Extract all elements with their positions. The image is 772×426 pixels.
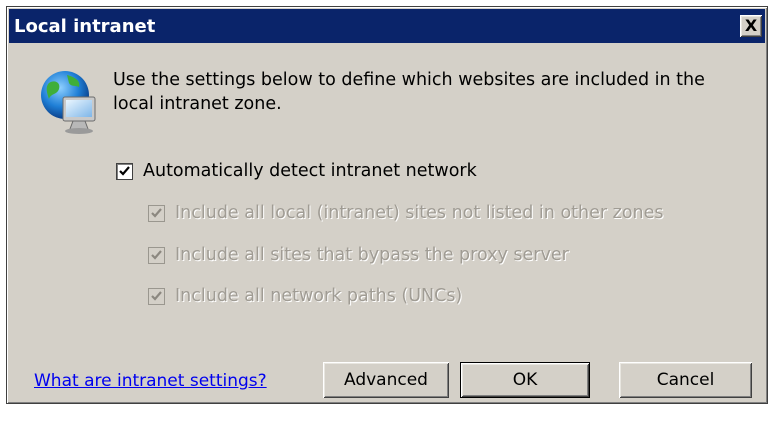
advanced-button[interactable]: Advanced [323,362,449,398]
ok-button[interactable]: OK [460,362,590,398]
intro-text: Use the settings below to define which w… [113,70,705,114]
checkmark-icon [151,290,162,301]
auto-detect-label: Automatically detect intranet network [143,161,477,181]
globe-monitor-icon [41,71,96,134]
cancel-button[interactable]: Cancel [619,362,752,398]
include-unc-label: Include all network paths (UNCs) [175,286,463,306]
include-bypass-label: Include all sites that bypass the proxy … [175,245,569,265]
include-local-option: Include all local (intranet) sites not l… [148,203,664,223]
checkmark-icon [151,249,162,260]
close-icon: X [744,16,758,35]
checkmark-icon [151,207,162,218]
include-unc-checkbox [148,287,165,305]
intranet-settings-link[interactable]: What are intranet settings? [34,371,267,391]
include-local-label: Include all local (intranet) sites not l… [175,203,664,223]
local-intranet-dialog: Local intranet X Use the settings below … [6,6,768,404]
close-button[interactable]: X [740,15,762,37]
window-title: Local intranet [14,16,156,37]
include-bypass-checkbox [148,246,165,264]
auto-detect-option[interactable]: Automatically detect intranet network [116,161,477,181]
include-local-checkbox [148,204,165,222]
include-bypass-option: Include all sites that bypass the proxy … [148,245,569,265]
title-bar[interactable]: Local intranet X [9,9,765,43]
checkmark-icon [119,165,130,176]
auto-detect-checkbox[interactable] [116,162,133,180]
include-unc-option: Include all network paths (UNCs) [148,286,462,306]
